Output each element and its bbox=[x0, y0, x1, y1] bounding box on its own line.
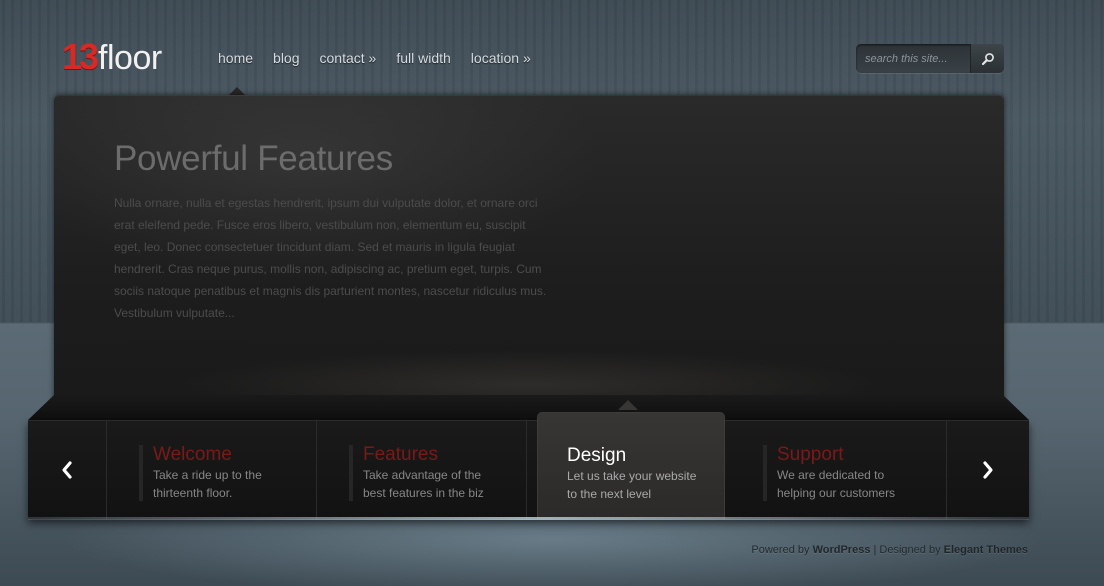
site-logo[interactable]: 13 floor bbox=[62, 36, 162, 77]
search-input[interactable] bbox=[856, 44, 960, 73]
footer-elegant-themes-link[interactable]: Elegant Themes bbox=[944, 544, 1028, 556]
prev-button[interactable] bbox=[28, 421, 107, 519]
tab-title: Design bbox=[567, 445, 627, 466]
nav-item-blog[interactable]: blog bbox=[263, 50, 309, 66]
slider-tab-support[interactable]: Support We are dedicated to helping our … bbox=[736, 421, 945, 519]
footer-designed-prefix: Designed by bbox=[879, 544, 941, 556]
feature-title: Powerful Features bbox=[114, 139, 393, 178]
slider-tab-welcome[interactable]: Welcome Take a ride up to the thirteenth… bbox=[107, 421, 317, 519]
active-tab-pointer bbox=[618, 400, 638, 410]
nav-item-location[interactable]: location » bbox=[461, 50, 541, 66]
featured-panel: Powerful Features Nulla ornare, nulla et… bbox=[54, 95, 1004, 420]
logo-number: 13 bbox=[62, 36, 99, 77]
tab-desc-line2: helping our customers bbox=[777, 486, 896, 500]
logo-word: floor bbox=[98, 39, 162, 77]
tab-desc-line2: thirteenth floor. bbox=[153, 486, 233, 500]
feature-text: Nulla ornare, nulla et egestas hendrerit… bbox=[114, 196, 547, 320]
next-button[interactable] bbox=[946, 421, 1029, 519]
tab-desc-line1: We are dedicated to bbox=[777, 468, 885, 482]
tab-title: Welcome bbox=[153, 444, 232, 465]
nav-item-contact[interactable]: contact » bbox=[310, 50, 387, 66]
tab-content: Design Let us take your website to the n… bbox=[567, 446, 696, 502]
chevron-right-icon bbox=[983, 461, 993, 479]
search-button[interactable] bbox=[970, 44, 1004, 73]
search-box bbox=[856, 44, 1004, 73]
tab-desc-line1: Let us take your website bbox=[567, 469, 697, 483]
footer-credits: Powered by WordPress | Designed by Elega… bbox=[751, 544, 1028, 556]
tab-content: Welcome Take a ride up to the thirteenth… bbox=[139, 445, 262, 501]
tab-desc-line2: best features in the biz bbox=[363, 486, 484, 500]
nav-item-full-width[interactable]: full width bbox=[386, 50, 460, 66]
slider-controls: Welcome Take a ride up to the thirteenth… bbox=[28, 412, 1029, 519]
slider-tab-design[interactable]: Design Let us take your website to the n… bbox=[537, 412, 725, 519]
slider-bar-bevel bbox=[28, 395, 1029, 420]
tab-desc-line1: Take a ride up to the bbox=[153, 468, 262, 482]
footer-powered-prefix: Powered by bbox=[751, 544, 810, 556]
tab-title: Features bbox=[363, 444, 438, 465]
slider-glow bbox=[28, 517, 1029, 520]
chevron-left-icon bbox=[62, 461, 72, 479]
tab-desc-line1: Take advantage of the bbox=[363, 468, 482, 482]
tab-title: Support bbox=[777, 444, 844, 465]
nav-item-home[interactable]: home bbox=[208, 50, 263, 66]
footer-wordpress-link[interactable]: WordPress bbox=[813, 544, 871, 556]
slider-tab-features[interactable]: Features Take advantage of the best feat… bbox=[317, 421, 527, 519]
tab-desc-line2: to the next level bbox=[567, 487, 652, 501]
tab-content: Support We are dedicated to helping our … bbox=[763, 445, 895, 501]
main-nav: home blog contact » full width location … bbox=[208, 50, 541, 66]
magnifier-icon bbox=[981, 52, 994, 65]
tab-content: Features Take advantage of the best feat… bbox=[349, 445, 484, 501]
